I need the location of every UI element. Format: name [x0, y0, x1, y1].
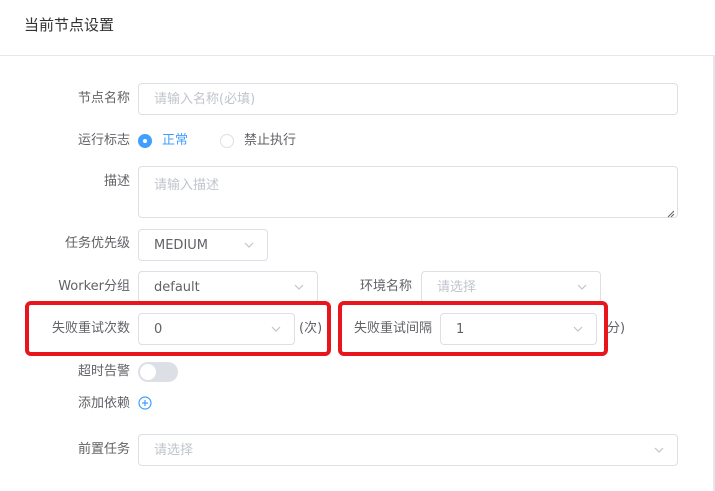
add-dependency-label: 添加依赖 [77, 396, 130, 411]
timeout-alarm-switch[interactable] [138, 362, 178, 382]
worker-group-select[interactable]: default [138, 271, 318, 303]
env-name-label: 环境名称 [359, 279, 412, 294]
resize-handle-icon[interactable] [667, 207, 675, 218]
run-flag-normal-label[interactable]: 正常 [162, 132, 188, 150]
worker-group-value: default [154, 280, 200, 295]
run-flag-forbid-label[interactable]: 禁止执行 [244, 132, 296, 150]
fail-retry-interval-unit: 分) [607, 321, 626, 336]
pre-task-label: 前置任务 [77, 442, 130, 457]
fail-retry-times-select[interactable]: 0 [138, 313, 295, 345]
chevron-down-icon [572, 323, 584, 335]
chevron-down-icon [270, 323, 282, 335]
description-label: 描述 [103, 174, 130, 189]
chevron-down-icon [293, 281, 305, 293]
panel-header: 当前节点设置 [0, 0, 715, 56]
fail-retry-interval-value: 1 [456, 322, 465, 337]
fail-retry-times-label: 失败重试次数 [51, 321, 130, 336]
node-name-input[interactable]: 请输入名称(必填) [138, 83, 678, 115]
chevron-down-icon [243, 239, 255, 251]
env-name-select[interactable]: 请选择 [421, 271, 601, 303]
node-name-label: 节点名称 [77, 91, 130, 106]
priority-select[interactable]: MEDIUM [138, 229, 268, 261]
priority-label: 任务优先级 [64, 236, 130, 251]
run-flag-label: 运行标志 [77, 133, 130, 148]
run-flag-normal-radio[interactable] [138, 134, 152, 148]
description-textarea[interactable]: 请输入描述 [138, 166, 678, 218]
fail-retry-interval-label: 失败重试间隔 [353, 321, 432, 336]
env-name-placeholder: 请选择 [437, 280, 477, 295]
chevron-down-icon [653, 444, 665, 456]
fail-retry-times-value: 0 [154, 322, 163, 337]
node-name-placeholder: 请输入名称(必填) [154, 92, 256, 107]
run-flag-forbid-radio[interactable] [220, 134, 234, 148]
pre-task-select[interactable]: 请选择 [138, 434, 678, 466]
chevron-down-icon [576, 281, 588, 293]
priority-value: MEDIUM [154, 238, 209, 253]
fail-retry-times-unit: (次) [299, 321, 323, 336]
worker-group-label: Worker分组 [58, 279, 130, 294]
description-placeholder: 请输入描述 [154, 178, 220, 193]
add-circle-icon[interactable] [138, 396, 152, 410]
pre-task-placeholder: 请选择 [154, 443, 194, 458]
fail-retry-interval-select[interactable]: 1 [440, 313, 597, 345]
page-title: 当前节点设置 [24, 16, 115, 34]
timeout-alarm-label: 超时告警 [77, 364, 130, 379]
